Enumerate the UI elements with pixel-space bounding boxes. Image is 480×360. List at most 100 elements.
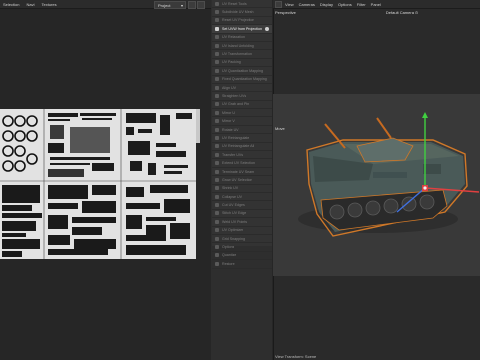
tool-icon — [215, 186, 219, 191]
tool-label: Align UV — [222, 85, 236, 90]
view-transform-label: View Transform: Scene — [275, 353, 317, 359]
tool-item[interactable]: UV Island Unfolding — [212, 42, 272, 51]
tool-label: Mirror U — [222, 110, 235, 115]
tool-label: Options — [222, 245, 235, 250]
tool-icon — [215, 203, 219, 208]
tool-icon — [215, 119, 219, 124]
tool-item[interactable]: Cut UV Edges — [212, 201, 272, 210]
tool-item[interactable]: Straighten UVs — [212, 92, 272, 101]
menu-view[interactable]: View — [285, 2, 294, 7]
camera-name[interactable]: Default Camera — [386, 10, 414, 15]
gear-icon[interactable] — [265, 26, 269, 31]
tool-icon — [215, 1, 219, 6]
tool-item[interactable]: Reset UV Projection — [212, 17, 272, 26]
tool-item[interactable]: Grow UV Selection — [212, 176, 272, 185]
tool-icon — [215, 245, 219, 250]
tool-icon — [215, 236, 219, 241]
tool-item-set-uvw-from-projection[interactable]: Set UVW from Projection — [212, 25, 272, 34]
tool-item[interactable]: Align UV — [212, 84, 272, 93]
tool-item[interactable]: Rotate UV — [212, 126, 272, 135]
tool-icon — [215, 152, 219, 157]
menu-filter[interactable]: Filter — [357, 2, 366, 7]
tool-item[interactable]: UV Optimizer — [212, 227, 272, 235]
tool-item[interactable]: Subdivide UV Mesh — [212, 8, 272, 17]
viewport-icon[interactable] — [275, 0, 282, 8]
tool-icon — [215, 10, 219, 15]
tool-item[interactable]: UV Retriangulate All — [212, 143, 272, 152]
tool-item[interactable]: Terminate UV Seam — [212, 168, 272, 177]
uv-editor-panel: Selection Navi Textures Project ▾ — [0, 0, 211, 360]
tool-label: UV Reset Tools — [222, 1, 247, 6]
tool-item[interactable]: UV Retriangulate — [212, 134, 272, 143]
tool-icon — [215, 169, 219, 174]
project-dropdown-value: Project — [158, 2, 171, 8]
tool-label: Straighten UVs — [222, 93, 247, 98]
tool-label: UV Island Unfolding — [222, 43, 254, 48]
menu-panel[interactable]: Panel — [371, 2, 381, 7]
chevron-down-icon: ▾ — [180, 2, 183, 8]
tool-icon — [215, 135, 219, 140]
tool-icon — [215, 253, 219, 258]
tool-item[interactable]: Quantize — [212, 252, 272, 261]
tool-item[interactable]: UV Relaxation — [212, 34, 272, 42]
tool-label: Rotate UV — [222, 127, 239, 132]
viewport-footer: View Transform: Scene — [273, 352, 480, 360]
viewport-3d-view[interactable]: Move — [273, 94, 480, 276]
project-dropdown[interactable]: Project ▾ — [154, 1, 186, 9]
tool-label: Grow UV Selection — [222, 177, 253, 182]
menu-options[interactable]: Options — [338, 2, 352, 7]
settings-icon[interactable] — [197, 1, 205, 9]
menu-cameras[interactable]: Cameras — [299, 2, 315, 7]
tool-item[interactable]: Options — [212, 243, 272, 252]
tool-icon — [215, 127, 219, 132]
tool-label: Restore — [222, 261, 235, 266]
tool-label: UV Transformation — [222, 52, 252, 57]
tool-icon — [215, 93, 219, 98]
tool-item[interactable]: Fixed Quantization Mapping — [212, 76, 272, 84]
tool-icon — [215, 52, 219, 57]
tool-item[interactable]: Shrink UV — [212, 185, 272, 193]
tool-item[interactable]: Collapse UV — [212, 193, 272, 202]
tool-item[interactable]: Grid Snapping — [212, 235, 272, 244]
tool-label: UV Packing — [222, 60, 241, 65]
tool-icon — [215, 85, 219, 90]
tool-label: Weld UV Points — [222, 219, 248, 224]
tool-icon — [215, 228, 219, 233]
tool-item[interactable]: Weld UV Points — [212, 218, 272, 227]
tool-label: Set UVW from Projection — [222, 26, 262, 31]
camera-icon: ⊙ — [414, 9, 419, 15]
tool-item[interactable]: UV Quantization Mapping — [212, 67, 272, 76]
projection-icon — [215, 26, 219, 31]
tool-item[interactable]: UV Grab and Pin — [212, 101, 272, 110]
tool-item[interactable]: Mirror U — [212, 109, 272, 118]
tool-item[interactable]: UV Reset Tools — [212, 0, 272, 9]
tool-label: Subdivide UV Mesh — [222, 10, 254, 15]
tool-label: UV Relaxation — [222, 35, 245, 40]
uv-texture-sheet[interactable] — [0, 109, 196, 259]
tool-icon — [215, 102, 219, 107]
menu-display[interactable]: Display — [320, 2, 333, 7]
menu-textures[interactable]: Textures — [41, 2, 56, 7]
tool-item[interactable]: Transfer UVs — [212, 151, 272, 160]
tool-icon — [215, 177, 219, 182]
tool-icon — [215, 219, 219, 224]
tool-item[interactable]: Stitch UV Edge — [212, 210, 272, 219]
tool-icon — [215, 261, 219, 266]
uv-sheet-edge — [196, 109, 200, 143]
menu-navi[interactable]: Navi — [26, 2, 34, 7]
menu-selection[interactable]: Selection — [3, 2, 19, 7]
viewport-header: Perspective Default Camera ⊙ — [273, 8, 480, 16]
tool-item[interactable]: UV Transformation — [212, 50, 272, 59]
tool-label: Transfer UVs — [222, 152, 244, 157]
uv-tools-list: UV Reset Tools Subdivide UV Mesh Reset U… — [212, 0, 272, 269]
tool-label: Collapse UV — [222, 194, 242, 199]
view-name: Perspective — [275, 9, 296, 15]
object-label: Move — [275, 126, 285, 131]
tool-icon — [215, 18, 219, 23]
tool-label: Stitch UV Edge — [222, 211, 247, 216]
tool-item[interactable]: Restore — [212, 260, 272, 269]
tool-item[interactable]: Mirror V — [212, 117, 272, 126]
tool-item[interactable]: Extend UV Selection — [212, 159, 272, 168]
lock-icon[interactable] — [188, 1, 196, 9]
tool-item[interactable]: UV Packing — [212, 59, 272, 68]
